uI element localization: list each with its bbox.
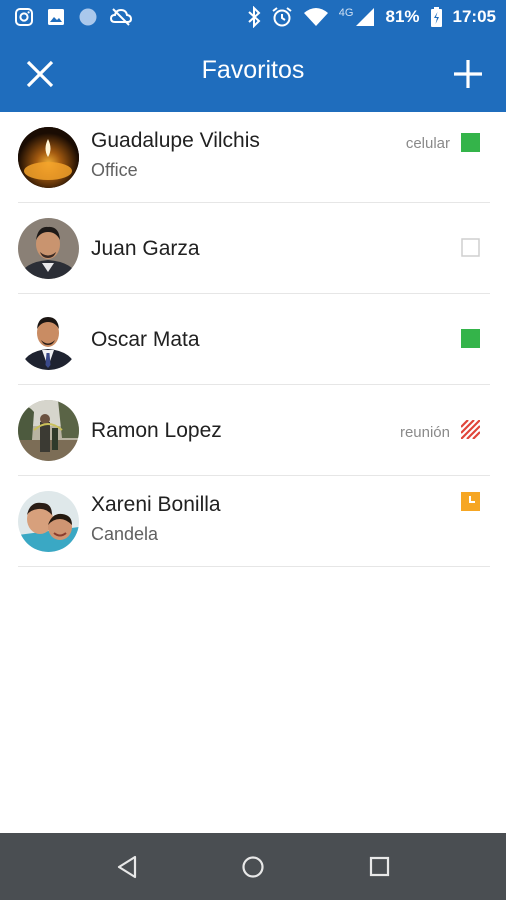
contact-row[interactable]: Xareni Bonilla Candela (0, 476, 506, 567)
avatar (18, 127, 79, 188)
instagram-icon (15, 8, 33, 26)
contact-subtitle: Office (91, 160, 138, 180)
clock: 17:05 (452, 7, 496, 26)
avatar (18, 309, 79, 370)
kids-photo (18, 491, 79, 552)
home-button[interactable] (237, 851, 269, 883)
presence-offline-icon (461, 238, 480, 257)
bluetooth-icon (248, 6, 261, 28)
divider (18, 566, 490, 567)
presence-busy-icon (461, 420, 480, 439)
avatar (18, 491, 79, 552)
add-icon (454, 60, 482, 88)
man-photo (18, 218, 79, 279)
image-icon (48, 9, 64, 25)
page-title: Favoritos (201, 56, 305, 84)
recents-button[interactable] (364, 851, 396, 883)
status-bar: 4G 81% 17:05 (0, 0, 506, 36)
cloud-off-icon (110, 8, 132, 26)
presence-available-icon (461, 133, 480, 152)
app-bar: Favoritos (0, 36, 506, 112)
battery-percent: 81% (385, 7, 420, 26)
contact-row[interactable]: Guadalupe Vilchis Office celular (0, 112, 506, 203)
alarm-icon (272, 7, 292, 27)
candle-photo (18, 127, 79, 188)
contact-row[interactable]: Juan Garza (0, 203, 506, 294)
contact-subtitle: Candela (91, 524, 159, 544)
contact-row[interactable]: Ramon Lopez reunión (0, 385, 506, 476)
outdoor-photo (18, 400, 79, 461)
battery-icon (430, 7, 442, 27)
home-icon (242, 856, 264, 878)
recents-icon (369, 856, 390, 877)
contact-name: Ramon Lopez (91, 419, 222, 442)
back-button[interactable] (111, 851, 143, 883)
navigation-bar (0, 833, 506, 900)
presence-available-icon (461, 329, 480, 348)
status-label: celular (405, 135, 450, 152)
add-favorite-button[interactable] (450, 56, 486, 92)
circle-icon (79, 8, 97, 26)
signal-icon (356, 8, 375, 26)
status-bar-right: 4G 81% 17:05 (247, 6, 496, 28)
network-type: 4G (338, 7, 354, 19)
contact-name: Guadalupe Vilchis (91, 129, 260, 152)
contact-row[interactable]: Oscar Mata (0, 294, 506, 385)
avatar (18, 400, 79, 461)
wifi-icon (303, 8, 328, 26)
status-bar-left-icons (14, 7, 132, 27)
back-icon (117, 855, 137, 879)
avatar (18, 218, 79, 279)
favorites-list: Guadalupe Vilchis Office celular Juan Ga… (0, 112, 506, 567)
status-label: reunión (399, 424, 450, 441)
presence-away-icon (461, 492, 480, 511)
contact-name: Oscar Mata (91, 328, 200, 351)
contact-name: Juan Garza (91, 237, 200, 260)
man-suit-photo (18, 309, 79, 370)
contact-name: Xareni Bonilla (91, 493, 221, 516)
